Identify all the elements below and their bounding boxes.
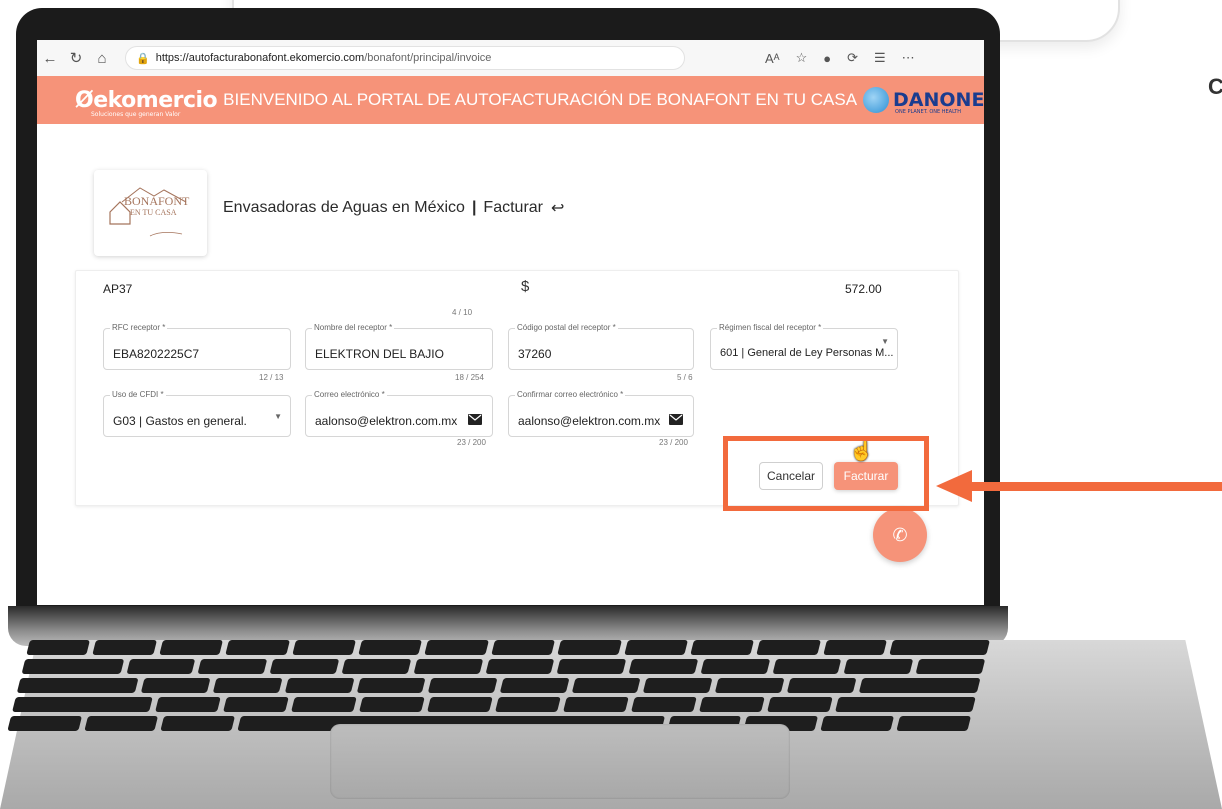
codigo-postal-label: Código postal del receptor *: [515, 323, 618, 332]
nombre-receptor-label: Nombre del receptor *: [312, 323, 395, 332]
background-letter: C: [1208, 74, 1222, 99]
uso-cfdi-select[interactable]: Uso de CFDI * G03 | Gastos en general. ▼: [103, 390, 291, 437]
browser-toolbar: ← ↻ ⌂ 🔒 https://autofacturabonafont.ekom…: [37, 40, 984, 76]
danone-globe-icon: [863, 87, 890, 113]
more-icon[interactable]: ⋯: [902, 50, 915, 66]
uso-cfdi-label: Uso de CFDI *: [110, 390, 166, 399]
confirmar-correo-value: aalonso@elektron.com.mx: [518, 414, 661, 428]
phone-contact-button[interactable]: ✆: [873, 508, 927, 562]
back-arrow-icon[interactable]: ←: [37, 50, 63, 67]
regimen-fiscal-select[interactable]: Régimen fiscal del receptor * 601 | Gene…: [710, 323, 898, 370]
regimen-fiscal-label: Régimen fiscal del receptor *: [717, 323, 824, 332]
laptop-keyboard: [7, 640, 990, 731]
danone-wordmark: DANONE: [893, 89, 984, 111]
nombre-counter: 18 / 254: [455, 373, 484, 382]
ticket-field[interactable]: AP37: [103, 282, 132, 296]
correo-counter: 23 / 200: [457, 438, 486, 447]
danone-logo: DANONE ONE PLANET. ONE HEALTH: [863, 87, 984, 115]
page-action-title: Facturar: [483, 199, 543, 216]
regimen-fiscal-value: 601 | General de Ley Personas M...: [720, 347, 894, 359]
home-icon[interactable]: ⌂: [89, 50, 115, 67]
title-separator: |: [471, 199, 477, 216]
favorites-icon[interactable]: ☰: [874, 50, 886, 66]
bonafont-wordmark: BONAFONT: [124, 194, 190, 208]
extensions-icon[interactable]: ⟳: [847, 50, 858, 66]
portal-welcome-title: BIENVENIDO AL PORTAL DE AUTOFACTURACIÓN …: [223, 90, 858, 109]
confirmar-correo-counter: 23 / 200: [659, 438, 688, 447]
refresh-icon[interactable]: ↻: [63, 49, 89, 67]
portal-header-banner: Øekomercio Soluciones que generan Valor …: [37, 76, 984, 124]
profile-icon[interactable]: ●: [823, 51, 831, 66]
read-aloud-icon[interactable]: Aᴬ: [765, 51, 780, 66]
confirmar-correo-label: Confirmar correo electrónico *: [515, 390, 626, 399]
laptop-screen: ← ↻ ⌂ 🔒 https://autofacturabonafont.ekom…: [37, 40, 984, 605]
favorite-star-icon[interactable]: ☆: [796, 50, 808, 66]
codigo-postal-counter: 5 / 6: [677, 373, 693, 382]
uso-cfdi-value: G03 | Gastos en general.: [113, 414, 247, 428]
correo-value: aalonso@elektron.com.mx: [315, 414, 458, 428]
highlight-box: [723, 436, 929, 511]
bonafont-logo-card: BONAFONT EN TU CASA: [94, 170, 207, 256]
email-icon: [669, 414, 683, 425]
ekomercio-tagline: Soluciones que generan Valor: [91, 110, 181, 118]
ekomercio-symbol-icon: Ø: [75, 87, 94, 113]
laptop-trackpad: [330, 724, 790, 799]
lock-icon: 🔒: [136, 52, 150, 65]
amount-currency: $: [521, 278, 530, 295]
return-arrow-icon[interactable]: ↩: [551, 198, 564, 218]
nombre-receptor-field[interactable]: Nombre del receptor * ELEKTRON DEL BAJIO: [305, 323, 493, 370]
ekomercio-logo: Øekomercio Soluciones que generan Valor: [75, 87, 218, 118]
company-name: Envasadoras de Aguas en México: [223, 199, 465, 216]
address-bar[interactable]: 🔒 https://autofacturabonafont.ekomercio.…: [125, 46, 685, 70]
email-icon: [468, 414, 482, 425]
correo-field[interactable]: Correo electrónico * aalonso@elektron.co…: [305, 390, 493, 437]
page-title: Envasadoras de Aguas en México | Factura…: [223, 198, 564, 218]
pointer-arrow-icon: [936, 470, 972, 502]
rfc-counter: 12 / 13: [259, 373, 284, 382]
url-path: /bonafont/principal/invoice: [364, 52, 492, 64]
rfc-receptor-value: EBA8202225C7: [113, 347, 200, 361]
rfc-receptor-field[interactable]: RFC receptor * EBA8202225C7: [103, 323, 291, 370]
amount-value: 572.00: [845, 282, 882, 296]
uso-dropdown-icon: ▼: [274, 412, 282, 421]
correo-label: Correo electrónico *: [312, 390, 387, 399]
pointer-arrow-shaft: [966, 482, 1222, 491]
ticket-counter: 4 / 10: [452, 308, 473, 317]
codigo-postal-field[interactable]: Código postal del receptor * 37260: [508, 323, 694, 370]
phone-icon: ✆: [892, 524, 908, 545]
regimen-dropdown-icon: ▼: [881, 337, 889, 346]
nombre-receptor-value: ELEKTRON DEL BAJIO: [315, 347, 444, 361]
rfc-receptor-label: RFC receptor *: [110, 323, 168, 332]
url-host: https://autofacturabonafont.ekomercio.co…: [155, 52, 365, 64]
confirmar-correo-field[interactable]: Confirmar correo electrónico * aalonso@e…: [508, 390, 694, 437]
danone-tagline: ONE PLANET. ONE HEALTH: [895, 109, 962, 115]
codigo-postal-value: 37260: [518, 347, 552, 361]
bonafont-subtitle: EN TU CASA: [130, 208, 177, 217]
